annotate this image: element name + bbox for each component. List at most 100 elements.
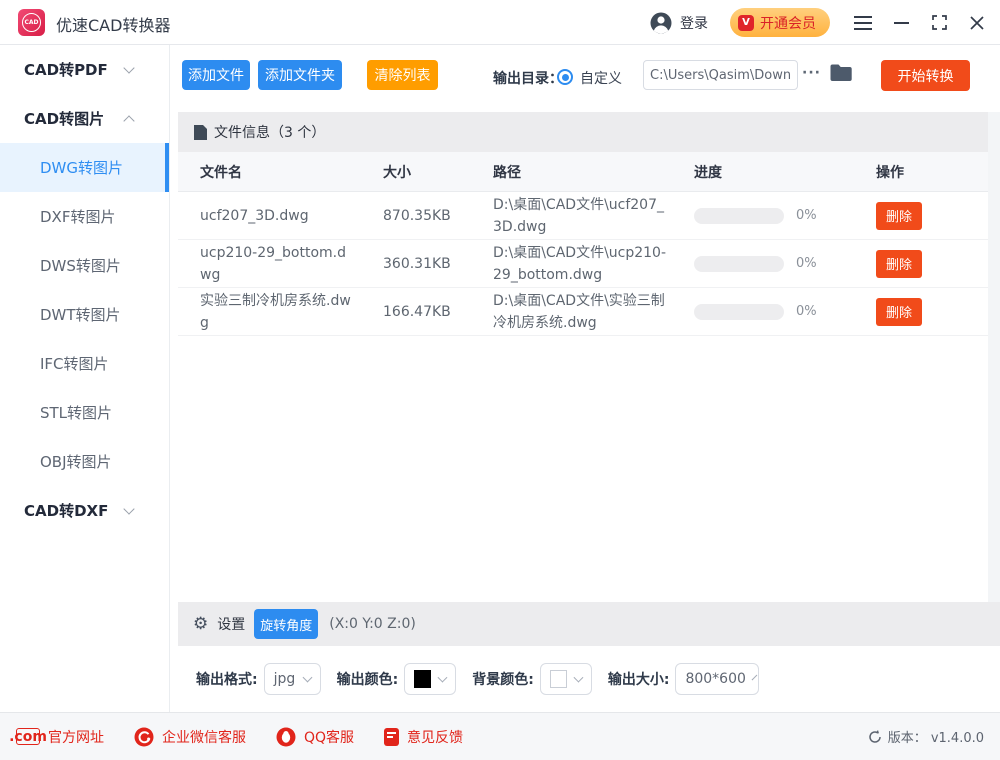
- table-row: ucf207_3D.dwg 870.35KB D:\桌面\CAD文件\ucf20…: [178, 192, 988, 240]
- chevron-down-icon: [752, 675, 758, 681]
- progress-label: 0%: [796, 304, 817, 319]
- file-panel-title: 文件信息（3 个）: [214, 122, 325, 142]
- sidebar-item-obj-to-image[interactable]: OBJ转图片: [0, 437, 169, 486]
- background-color-label: 背景颜色:: [472, 669, 534, 689]
- sidebar-item-dws-to-image[interactable]: DWS转图片: [0, 241, 169, 290]
- open-folder-button[interactable]: [829, 63, 853, 87]
- file-panel: 文件信息（3 个） 文件名 大小 路径 进度 操作 ucf207_3D.dwg …: [178, 112, 988, 602]
- feedback-link[interactable]: 意见反馈: [384, 727, 463, 747]
- output-color-select[interactable]: [404, 663, 456, 695]
- main-area: 添加文件 添加文件夹 清除列表 输出目录： 自定义 ··· 开始转换 文件信息（…: [170, 45, 1000, 712]
- com-icon: .com: [16, 728, 40, 745]
- output-format-select[interactable]: jpg: [264, 663, 321, 695]
- col-path: 路径: [493, 162, 694, 182]
- output-format-value: jpg: [274, 671, 296, 687]
- custom-dir-label[interactable]: 自定义: [580, 68, 622, 88]
- delete-button[interactable]: 删除: [876, 298, 922, 326]
- sidebar-group-label: CAD转DXF: [24, 500, 108, 521]
- gear-icon: ⚙: [193, 616, 208, 633]
- progress-bar: [694, 208, 784, 224]
- chevron-down-icon: [123, 62, 134, 73]
- sidebar-group-cad-to-pdf[interactable]: CAD转PDF: [0, 45, 169, 94]
- sidebar-item-dwg-to-image[interactable]: DWG转图片: [0, 143, 169, 192]
- add-folder-button[interactable]: 添加文件夹: [258, 60, 342, 90]
- wechat-support-link[interactable]: 企业微信客服: [134, 727, 246, 747]
- official-site-label: 官方网址: [48, 727, 104, 747]
- settings-label: 设置: [217, 614, 245, 634]
- chevron-down-icon: [123, 503, 134, 514]
- white-color-swatch: [550, 670, 567, 688]
- table-header: 文件名 大小 路径 进度 操作: [178, 152, 988, 192]
- document-icon: [194, 125, 207, 140]
- output-size-value: 800*600: [685, 671, 745, 687]
- progress-label: 0%: [796, 256, 817, 271]
- delete-button[interactable]: 删除: [876, 250, 922, 278]
- settings-bar: ⚙ 设置 旋转角度 (X:0 Y:0 Z:0): [178, 602, 1000, 646]
- clear-list-button[interactable]: 清除列表: [367, 60, 438, 90]
- app-window: CAD 优速CAD转换器 登录 V 开通会员: [0, 0, 1000, 760]
- sidebar-item-stl-to-image[interactable]: STL转图片: [0, 388, 169, 437]
- output-controls: 输出格式: jpg 输出颜色: 背景颜色: 输出大小: 800*600: [178, 646, 1000, 712]
- custom-dir-radio[interactable]: [557, 69, 573, 85]
- vip-upgrade-button[interactable]: V 开通会员: [730, 8, 830, 37]
- qq-support-label: QQ客服: [304, 727, 354, 747]
- file-panel-header: 文件信息（3 个）: [178, 112, 988, 152]
- sidebar-group-cad-to-image[interactable]: CAD转图片: [0, 94, 169, 143]
- version-label: 版本： v1.4.0.0: [888, 727, 984, 746]
- sidebar-group-label: CAD转图片: [24, 108, 104, 129]
- sidebar-item-ifc-to-image[interactable]: IFC转图片: [0, 339, 169, 388]
- chevron-up-icon: [123, 115, 134, 126]
- output-size-label: 输出大小:: [608, 669, 670, 689]
- rotate-angle-button[interactable]: 旋转角度: [254, 609, 318, 639]
- output-format-label: 输出格式:: [196, 669, 258, 689]
- hamburger-icon: [854, 16, 872, 30]
- file-size: 360.31KB: [383, 253, 493, 275]
- qq-support-link[interactable]: QQ客服: [276, 727, 354, 747]
- file-path: D:\桌面\CAD文件\实验三制冷机房系统.dwg: [493, 290, 694, 334]
- chevron-down-icon: [574, 673, 584, 683]
- minimize-button[interactable]: [886, 0, 916, 45]
- close-icon: [970, 16, 984, 30]
- maximize-button[interactable]: [924, 0, 954, 45]
- background-color-select[interactable]: [540, 663, 592, 695]
- output-color-label: 输出颜色:: [337, 669, 399, 689]
- file-name: ucp210-29_bottom.dwg: [200, 242, 383, 286]
- sidebar-item-dxf-to-image[interactable]: DXF转图片: [0, 192, 169, 241]
- col-size: 大小: [383, 162, 493, 182]
- user-avatar-icon: [650, 12, 672, 34]
- add-file-button[interactable]: 添加文件: [182, 60, 250, 90]
- file-name: ucf207_3D.dwg: [200, 205, 383, 227]
- chevron-down-icon: [302, 673, 312, 683]
- scrollbar-track[interactable]: [988, 112, 1000, 602]
- menu-button[interactable]: [848, 0, 878, 45]
- delete-button[interactable]: 删除: [876, 202, 922, 230]
- table-row: ucp210-29_bottom.dwg 360.31KB D:\桌面\CAD文…: [178, 240, 988, 288]
- feedback-label: 意见反馈: [407, 727, 463, 747]
- sidebar-item-dwt-to-image[interactable]: DWT转图片: [0, 290, 169, 339]
- progress-label: 0%: [796, 208, 817, 223]
- chevron-down-icon: [438, 673, 448, 683]
- wechat-icon: [134, 727, 154, 747]
- col-progress: 进度: [694, 162, 876, 182]
- sidebar-group-cad-to-dxf[interactable]: CAD转DXF: [0, 486, 169, 535]
- official-site-link[interactable]: .com 官方网址: [16, 727, 104, 747]
- close-button[interactable]: [962, 0, 992, 45]
- file-path: D:\桌面\CAD文件\ucp210-29_bottom.dwg: [493, 242, 694, 286]
- refresh-icon: [868, 730, 882, 744]
- app-title: 优速CAD转换器: [56, 12, 170, 36]
- wechat-support-label: 企业微信客服: [162, 727, 246, 747]
- sidebar: CAD转PDF CAD转图片 DWG转图片 DXF转图片 DWS转图片 DWT转…: [0, 45, 170, 712]
- vip-icon: V: [738, 15, 754, 31]
- start-convert-button[interactable]: 开始转换: [881, 60, 970, 91]
- output-path-input[interactable]: [643, 60, 798, 90]
- output-size-select[interactable]: 800*600: [675, 663, 759, 695]
- col-action: 操作: [876, 162, 988, 182]
- login-button[interactable]: 登录: [650, 12, 708, 34]
- browse-more-button[interactable]: ···: [802, 65, 821, 81]
- login-label: 登录: [680, 13, 708, 33]
- minimize-icon: [894, 22, 909, 24]
- progress-bar: [694, 256, 784, 272]
- version-info: 版本： v1.4.0.0: [868, 727, 984, 746]
- app-logo-icon: CAD: [18, 9, 45, 36]
- title-bar: CAD 优速CAD转换器 登录 V 开通会员: [0, 0, 1000, 45]
